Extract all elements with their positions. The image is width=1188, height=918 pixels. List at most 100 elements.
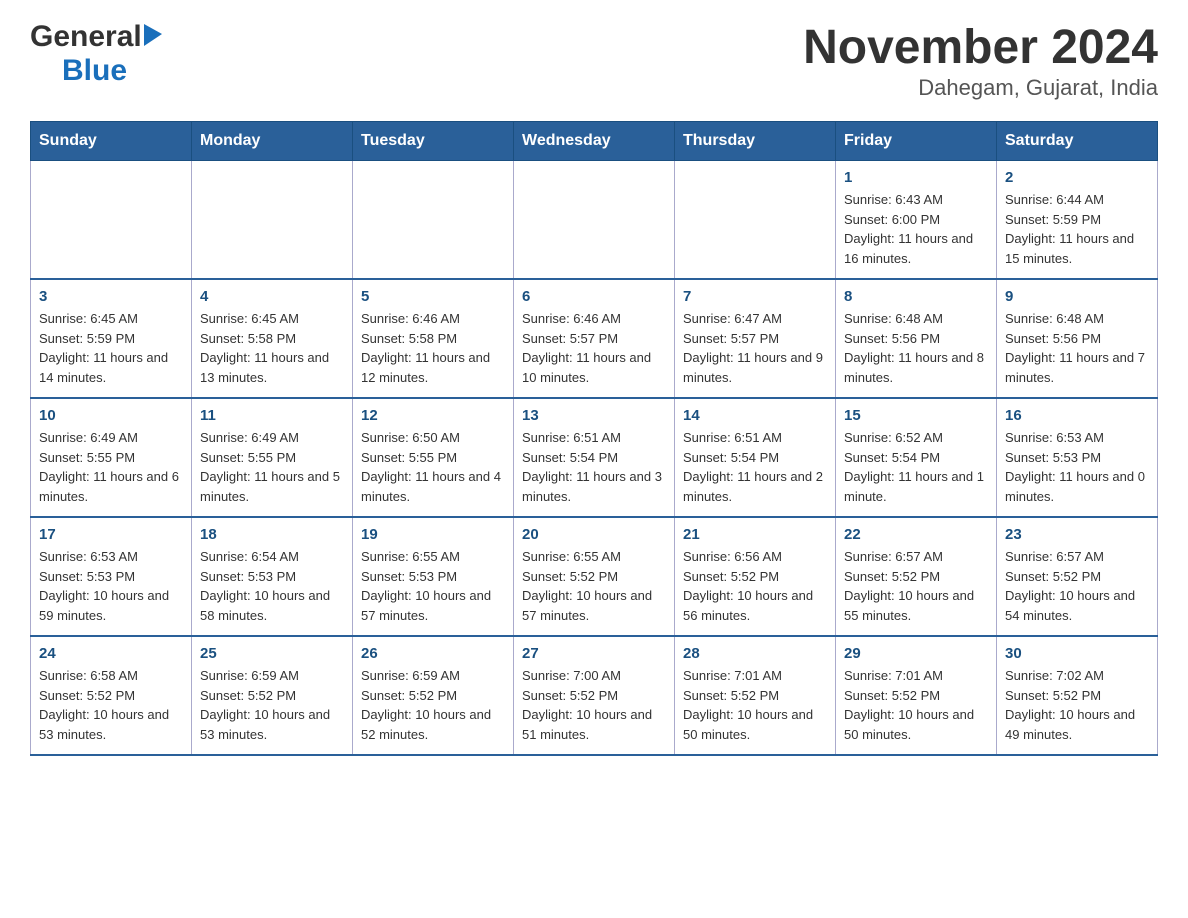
calendar-cell: 8 Sunrise: 6:48 AM Sunset: 5:56 PM Daylig… — [836, 279, 997, 398]
day-number: 16 — [1005, 407, 1149, 424]
weekday-header-sunday: Sunday — [31, 122, 192, 161]
calendar-cell: 5 Sunrise: 6:46 AM Sunset: 5:58 PM Daylig… — [353, 279, 514, 398]
calendar-cell: 9Sunrise: 6:48 AM Sunset: 5:56 PM Daylig… — [997, 279, 1158, 398]
day-info: Sunrise: 6:49 AM Sunset: 5:55 PM Dayligh… — [200, 428, 344, 506]
calendar-cell: 11Sunrise: 6:49 AM Sunset: 5:55 PM Dayli… — [192, 398, 353, 517]
day-info: Sunrise: 6:44 AM Sunset: 5:59 PM Dayligh… — [1005, 190, 1149, 268]
day-info: Sunrise: 6:46 AM Sunset: 5:58 PM Dayligh… — [361, 309, 505, 387]
calendar-cell: 6 Sunrise: 6:46 AM Sunset: 5:57 PM Daylig… — [514, 279, 675, 398]
day-info: Sunrise: 6:45 AM Sunset: 5:59 PM Dayligh… — [39, 309, 183, 387]
day-info: Sunrise: 6:54 AM Sunset: 5:53 PM Dayligh… — [200, 547, 344, 625]
calendar-cell: 19 Sunrise: 6:55 AM Sunset: 5:53 PM Dayli… — [353, 517, 514, 636]
day-number: 3 — [39, 288, 183, 305]
day-number: 19 — [361, 526, 505, 543]
logo-general-text: General — [30, 20, 142, 54]
day-number: 10 — [39, 407, 183, 424]
day-info: Sunrise: 6:59 AM Sunset: 5:52 PM Dayligh… — [200, 666, 344, 744]
calendar-cell — [514, 161, 675, 280]
weekday-header-tuesday: Tuesday — [353, 122, 514, 161]
day-info: Sunrise: 6:51 AM Sunset: 5:54 PM Dayligh… — [522, 428, 666, 506]
day-number: 29 — [844, 645, 988, 662]
day-info: Sunrise: 6:46 AM Sunset: 5:57 PM Dayligh… — [522, 309, 666, 387]
calendar-cell: 1Sunrise: 6:43 AM Sunset: 6:00 PM Daylig… — [836, 161, 997, 280]
day-info: Sunrise: 6:55 AM Sunset: 5:52 PM Dayligh… — [522, 547, 666, 625]
calendar-cell: 22Sunrise: 6:57 AM Sunset: 5:52 PM Dayli… — [836, 517, 997, 636]
logo-flag-icon — [144, 24, 162, 51]
calendar-cell: 25Sunrise: 6:59 AM Sunset: 5:52 PM Dayli… — [192, 636, 353, 755]
calendar-week-2: 3 Sunrise: 6:45 AM Sunset: 5:59 PM Daylig… — [31, 279, 1158, 398]
day-number: 2 — [1005, 169, 1149, 186]
calendar-cell: 13 Sunrise: 6:51 AM Sunset: 5:54 PM Dayli… — [514, 398, 675, 517]
calendar-week-3: 10 Sunrise: 6:49 AM Sunset: 5:55 PM Dayli… — [31, 398, 1158, 517]
day-info: Sunrise: 6:49 AM Sunset: 5:55 PM Dayligh… — [39, 428, 183, 506]
calendar-table: SundayMondayTuesdayWednesdayThursdayFrid… — [30, 121, 1158, 756]
title-block: November 2024 Dahegam, Gujarat, India — [803, 20, 1158, 101]
calendar-cell: 12 Sunrise: 6:50 AM Sunset: 5:55 PM Dayli… — [353, 398, 514, 517]
day-info: Sunrise: 6:56 AM Sunset: 5:52 PM Dayligh… — [683, 547, 827, 625]
weekday-header-friday: Friday — [836, 122, 997, 161]
calendar-week-5: 24Sunrise: 6:58 AM Sunset: 5:52 PM Dayli… — [31, 636, 1158, 755]
day-info: Sunrise: 7:02 AM Sunset: 5:52 PM Dayligh… — [1005, 666, 1149, 744]
day-number: 23 — [1005, 526, 1149, 543]
day-number: 13 — [522, 407, 666, 424]
calendar-cell: 18 Sunrise: 6:54 AM Sunset: 5:53 PM Dayli… — [192, 517, 353, 636]
page-title: November 2024 — [803, 20, 1158, 75]
calendar-cell: 26 Sunrise: 6:59 AM Sunset: 5:52 PM Dayli… — [353, 636, 514, 755]
day-number: 21 — [683, 526, 827, 543]
day-number: 24 — [39, 645, 183, 662]
calendar-cell: 16 Sunrise: 6:53 AM Sunset: 5:53 PM Dayli… — [997, 398, 1158, 517]
day-number: 6 — [522, 288, 666, 305]
calendar-cell: 20 Sunrise: 6:55 AM Sunset: 5:52 PM Dayli… — [514, 517, 675, 636]
day-number: 4 — [200, 288, 344, 305]
day-info: Sunrise: 7:00 AM Sunset: 5:52 PM Dayligh… — [522, 666, 666, 744]
day-number: 9 — [1005, 288, 1149, 305]
day-number: 12 — [361, 407, 505, 424]
calendar-header-row: SundayMondayTuesdayWednesdayThursdayFrid… — [31, 122, 1158, 161]
day-info: Sunrise: 6:57 AM Sunset: 5:52 PM Dayligh… — [844, 547, 988, 625]
day-info: Sunrise: 6:52 AM Sunset: 5:54 PM Dayligh… — [844, 428, 988, 506]
day-info: Sunrise: 6:53 AM Sunset: 5:53 PM Dayligh… — [39, 547, 183, 625]
page-subtitle: Dahegam, Gujarat, India — [803, 75, 1158, 101]
calendar-cell: 24Sunrise: 6:58 AM Sunset: 5:52 PM Dayli… — [31, 636, 192, 755]
page-header: General Blue November 2024 Dahegam, Guja… — [30, 20, 1158, 101]
day-info: Sunrise: 6:50 AM Sunset: 5:55 PM Dayligh… — [361, 428, 505, 506]
calendar-week-1: 1Sunrise: 6:43 AM Sunset: 6:00 PM Daylig… — [31, 161, 1158, 280]
calendar-cell — [192, 161, 353, 280]
day-info: Sunrise: 6:55 AM Sunset: 5:53 PM Dayligh… — [361, 547, 505, 625]
calendar-cell — [675, 161, 836, 280]
day-number: 28 — [683, 645, 827, 662]
day-info: Sunrise: 6:57 AM Sunset: 5:52 PM Dayligh… — [1005, 547, 1149, 625]
calendar-cell: 10 Sunrise: 6:49 AM Sunset: 5:55 PM Dayli… — [31, 398, 192, 517]
day-number: 27 — [522, 645, 666, 662]
calendar-cell — [353, 161, 514, 280]
calendar-cell: 28 Sunrise: 7:01 AM Sunset: 5:52 PM Dayli… — [675, 636, 836, 755]
day-number: 30 — [1005, 645, 1149, 662]
calendar-cell: 30 Sunrise: 7:02 AM Sunset: 5:52 PM Dayli… — [997, 636, 1158, 755]
calendar-cell: 14Sunrise: 6:51 AM Sunset: 5:54 PM Dayli… — [675, 398, 836, 517]
day-number: 17 — [39, 526, 183, 543]
day-info: Sunrise: 7:01 AM Sunset: 5:52 PM Dayligh… — [683, 666, 827, 744]
calendar-cell: 23 Sunrise: 6:57 AM Sunset: 5:52 PM Dayli… — [997, 517, 1158, 636]
calendar-cell: 3 Sunrise: 6:45 AM Sunset: 5:59 PM Daylig… — [31, 279, 192, 398]
day-number: 18 — [200, 526, 344, 543]
calendar-cell: 21 Sunrise: 6:56 AM Sunset: 5:52 PM Dayli… — [675, 517, 836, 636]
day-number: 5 — [361, 288, 505, 305]
calendar-cell: 27 Sunrise: 7:00 AM Sunset: 5:52 PM Dayli… — [514, 636, 675, 755]
day-info: Sunrise: 6:48 AM Sunset: 5:56 PM Dayligh… — [844, 309, 988, 387]
day-info: Sunrise: 6:59 AM Sunset: 5:52 PM Dayligh… — [361, 666, 505, 744]
day-number: 26 — [361, 645, 505, 662]
day-number: 20 — [522, 526, 666, 543]
day-info: Sunrise: 7:01 AM Sunset: 5:52 PM Dayligh… — [844, 666, 988, 744]
day-number: 14 — [683, 407, 827, 424]
logo-blue-text: Blue — [62, 54, 127, 87]
day-info: Sunrise: 6:43 AM Sunset: 6:00 PM Dayligh… — [844, 190, 988, 268]
calendar-cell: 15Sunrise: 6:52 AM Sunset: 5:54 PM Dayli… — [836, 398, 997, 517]
weekday-header-saturday: Saturday — [997, 122, 1158, 161]
day-info: Sunrise: 6:45 AM Sunset: 5:58 PM Dayligh… — [200, 309, 344, 387]
weekday-header-wednesday: Wednesday — [514, 122, 675, 161]
day-info: Sunrise: 6:53 AM Sunset: 5:53 PM Dayligh… — [1005, 428, 1149, 506]
logo: General Blue — [30, 20, 162, 88]
weekday-header-monday: Monday — [192, 122, 353, 161]
calendar-cell — [31, 161, 192, 280]
day-number: 8 — [844, 288, 988, 305]
